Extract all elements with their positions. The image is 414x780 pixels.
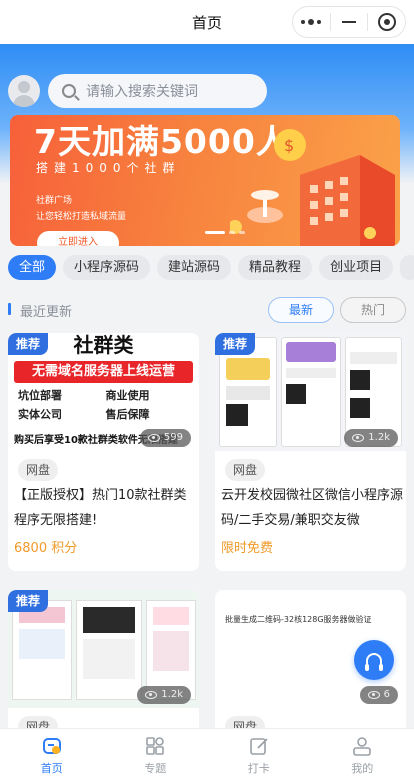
banner-enter-button[interactable]: 立即进入 bbox=[37, 231, 119, 246]
mini-program-capsule bbox=[292, 6, 406, 38]
promo-banner[interactable]: 7天加满5000人 搭建1000个社群 社群广场 让您轻松打造私域流量 立即进入… bbox=[10, 115, 400, 246]
view-count-value: 6 bbox=[383, 689, 390, 700]
card-thumbnail: 推荐 1.2k bbox=[8, 590, 199, 708]
thumb-banner: 无需域名服务器上线运营 bbox=[14, 361, 193, 383]
eye-icon bbox=[352, 434, 365, 442]
category-more[interactable] bbox=[400, 255, 414, 280]
thumb-panel-left bbox=[12, 600, 72, 700]
thumb-check-1: 坑位部署 bbox=[18, 389, 62, 402]
more-dots-icon bbox=[301, 19, 322, 25]
tab-home-label: 首页 bbox=[40, 762, 63, 775]
card-title: 云开发校园微社区微信小程序源码/二手交易/兼职交友微 bbox=[221, 488, 404, 528]
card-thumbnail: 社群类 无需域名服务器上线运营 坑位部署 商业使用 实体公司 售后保障 购买后享… bbox=[8, 333, 199, 451]
banner-line-1: 社群广场 bbox=[36, 196, 73, 206]
banner-pagination bbox=[205, 231, 245, 234]
category-site-source[interactable]: 建站源码 bbox=[157, 255, 232, 280]
eye-icon bbox=[145, 691, 158, 699]
card-tag: 网盘 bbox=[18, 459, 59, 481]
view-count-value: 1.2k bbox=[161, 689, 183, 700]
thumb-panel-right bbox=[146, 600, 196, 700]
tab-home[interactable]: 首页 bbox=[0, 729, 104, 780]
search-input[interactable]: 请输入搜索关键词 bbox=[86, 81, 198, 101]
thumb-heading: 批量生成二维码-32核128G服务器做验证 bbox=[225, 615, 372, 624]
headset-icon bbox=[365, 653, 383, 671]
product-card[interactable]: 社群类 无需域名服务器上线运营 坑位部署 商业使用 实体公司 售后保障 购买后享… bbox=[8, 333, 199, 571]
eye-icon bbox=[367, 691, 380, 699]
tab-mine[interactable]: 我的 bbox=[311, 729, 414, 780]
tab-checkin[interactable]: 打卡 bbox=[207, 729, 311, 780]
card-thumbnail: 推荐 1.2k bbox=[215, 333, 406, 451]
tab-mine-label: 我的 bbox=[351, 762, 374, 775]
banner-subtitle: 搭建1000个社群 bbox=[36, 161, 181, 175]
category-all[interactable]: 全部 bbox=[8, 255, 57, 280]
svg-text:$: $ bbox=[284, 136, 294, 155]
search-bar[interactable]: 请输入搜索关键词 bbox=[48, 74, 267, 108]
customer-service-button[interactable] bbox=[354, 640, 394, 680]
user-icon bbox=[353, 737, 372, 756]
view-count: 6 bbox=[359, 686, 398, 704]
view-count-value: 1.2k bbox=[368, 432, 390, 443]
minimize-icon bbox=[342, 21, 356, 23]
bottom-tab-bar: 首页 专题 打卡 我的 bbox=[0, 728, 414, 780]
tab-checkin-label: 打卡 bbox=[247, 762, 270, 775]
tab-topics-label: 专题 bbox=[144, 762, 167, 775]
avatar[interactable] bbox=[8, 75, 40, 107]
recommend-badge: 推荐 bbox=[8, 590, 49, 612]
category-tabs: 全部 小程序源码 建站源码 精品教程 创业项目 bbox=[8, 255, 414, 281]
card-price: 限时免费 bbox=[221, 541, 274, 556]
nav-bar: 首页 bbox=[0, 0, 414, 44]
view-count: 599 bbox=[139, 429, 191, 447]
section-title: 最近更新 bbox=[20, 305, 73, 320]
card-title: 【正版授权】热门10款社群类程序无限搭建! bbox=[14, 488, 187, 528]
recommend-badge: 推荐 bbox=[8, 333, 49, 355]
product-card[interactable]: 推荐 1.2k 网盘 云开发校园微社区微信小程序源码/二手交易/兼职交友微 限时… bbox=[215, 333, 406, 571]
minimize-button[interactable] bbox=[331, 7, 368, 37]
building-illustration-icon: $ bbox=[230, 129, 395, 246]
grid-icon bbox=[146, 737, 165, 755]
thumb-check-2: 商业使用 bbox=[105, 389, 150, 402]
section-accent bbox=[8, 303, 11, 315]
tab-hot[interactable]: 热门 bbox=[340, 297, 406, 323]
thumb-check-3: 实体公司 bbox=[18, 408, 62, 421]
home-icon bbox=[42, 738, 61, 754]
thumb-panel-mid bbox=[76, 600, 142, 700]
thumb-phone-2 bbox=[281, 337, 341, 447]
thumb-checks: 坑位部署 商业使用 实体公司 售后保障 bbox=[18, 387, 193, 422]
tab-topics[interactable]: 专题 bbox=[104, 729, 208, 780]
view-count-value: 599 bbox=[163, 432, 183, 443]
card-price: 6800 积分 bbox=[14, 541, 78, 556]
category-mini-program[interactable]: 小程序源码 bbox=[63, 255, 151, 280]
close-button[interactable] bbox=[368, 7, 405, 37]
search-icon bbox=[62, 84, 76, 98]
close-target-icon bbox=[377, 13, 396, 31]
banner-line-2: 让您轻松打造私域流量 bbox=[36, 212, 127, 222]
product-card[interactable]: 推荐 1.2k 网盘 bbox=[8, 590, 199, 750]
recommend-badge: 推荐 bbox=[215, 333, 256, 355]
more-button[interactable] bbox=[293, 7, 330, 37]
edit-icon bbox=[249, 738, 268, 755]
card-tag: 网盘 bbox=[225, 459, 266, 481]
thumb-check-4: 售后保障 bbox=[105, 408, 150, 421]
view-count: 1.2k bbox=[137, 686, 191, 704]
category-startup[interactable]: 创业项目 bbox=[319, 255, 394, 280]
tab-latest[interactable]: 最新 bbox=[268, 297, 334, 323]
category-tutorials[interactable]: 精品教程 bbox=[238, 255, 313, 280]
view-count: 1.2k bbox=[344, 429, 398, 447]
eye-icon bbox=[147, 434, 160, 442]
